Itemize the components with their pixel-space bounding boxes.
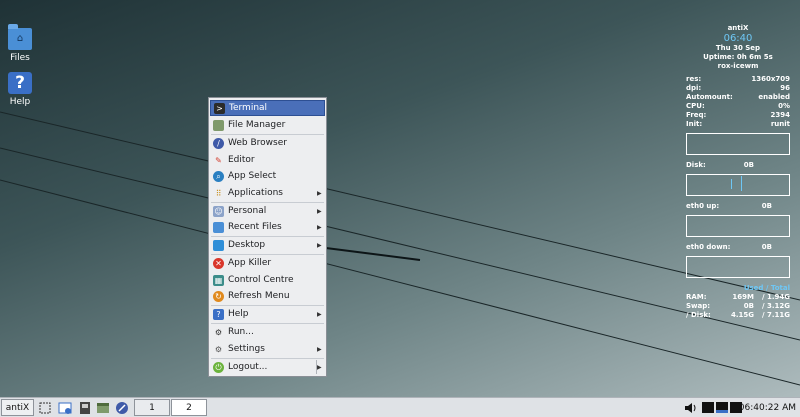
app-killer-icon: ✕: [213, 257, 224, 269]
menu-item-app-select[interactable]: ⌕ App Select: [210, 168, 325, 184]
menu-item-web-browser[interactable]: / Web Browser: [210, 135, 325, 151]
menu-item-app-killer[interactable]: ✕ App Killer: [210, 255, 325, 271]
control-centre-icon: ▦: [213, 274, 224, 286]
conky-info-row: Init: runit: [686, 120, 790, 128]
start-menu: > Terminal File Manager / Web Browser ✎ …: [208, 97, 327, 377]
submenu-arrow-icon: ▶: [317, 310, 322, 318]
personal-icon: ☺: [213, 205, 224, 217]
refresh-menu-icon: ↻: [213, 290, 224, 302]
applications-icon: ⠿: [215, 188, 222, 198]
menu-item-terminal[interactable]: > Terminal: [210, 100, 325, 116]
eth-down-graph: [686, 256, 790, 278]
desktop-icon-label: Help: [9, 97, 31, 107]
web-browser-launcher-icon[interactable]: [114, 400, 130, 416]
recent-files-icon: [213, 221, 224, 233]
file-manager-launcher-icon[interactable]: [95, 400, 111, 416]
submenu-arrow-icon: ▶: [317, 207, 322, 215]
workspace-2-button[interactable]: 2: [171, 399, 207, 416]
mem-row: / Disk: 4.15G/ 7.11G: [686, 311, 790, 319]
conky-info-row: dpi: 96: [686, 84, 790, 92]
menu-item-logout[interactable]: ⏻ Logout... ▶: [210, 359, 325, 375]
show-desktop-icon[interactable]: [37, 400, 53, 416]
menu-item-applications[interactable]: ⠿ Applications ▶: [210, 185, 325, 201]
eth-up-graph: [686, 215, 790, 237]
conky-monitor: antiX 06:40 Thu 30 Sep Uptime: 0h 6m 5s …: [686, 24, 790, 320]
terminal-launcher-icon[interactable]: [77, 400, 93, 416]
logout-icon: ⏻: [213, 361, 224, 373]
wallpaper-wires: [0, 111, 800, 386]
help-icon: ?: [8, 72, 32, 94]
menu-item-personal[interactable]: ☺ Personal ▶: [210, 203, 325, 219]
run-icon: ⚙: [214, 327, 223, 337]
volume-icon[interactable]: [684, 399, 698, 416]
menu-item-settings[interactable]: ⚙ Settings ▶: [210, 341, 325, 357]
mem-header: Used / Total: [743, 284, 790, 292]
conky-uptime: Uptime: 0h 6m 5s: [703, 53, 773, 61]
submenu-arrow-icon: ▶: [317, 241, 322, 249]
menu-item-help[interactable]: ? Help ▶: [210, 306, 325, 322]
menu-item-desktop[interactable]: Desktop ▶: [210, 237, 325, 253]
start-button[interactable]: antiX: [1, 399, 34, 416]
cpu-graph: [686, 133, 790, 155]
web-browser-icon: /: [213, 137, 224, 149]
menu-item-file-manager[interactable]: File Manager: [210, 117, 325, 133]
menu-item-recent-files[interactable]: Recent Files ▶: [210, 219, 325, 235]
file-manager-icon: [213, 119, 224, 131]
conky-host: antiX: [727, 24, 749, 32]
conky-info-row: Freq: 2394: [686, 111, 790, 119]
editor-icon: ✎: [215, 155, 222, 165]
logout-submenu-box: [316, 360, 327, 374]
desktop-icon: [213, 239, 224, 251]
conky-eth-down-row: eth0 down: 0B: [686, 243, 772, 251]
terminal-icon: >: [214, 102, 225, 114]
conky-wm: rox-icewm: [717, 62, 759, 70]
workspace-1-button[interactable]: 1: [134, 399, 170, 416]
conky-info-row: Automount: enabled: [686, 93, 790, 101]
submenu-arrow-icon: ▶: [317, 189, 322, 197]
settings-icon: ⚙: [214, 344, 223, 354]
menu-item-editor[interactable]: ✎ Editor: [210, 152, 325, 168]
submenu-arrow-icon: ▶: [317, 223, 322, 231]
menu-item-control-centre[interactable]: ▦ Control Centre: [210, 272, 325, 288]
menu-item-refresh-menu[interactable]: ↻ Refresh Menu: [210, 288, 325, 304]
conky-info-row: res: 1360x709: [686, 75, 790, 83]
desktop-icon-files[interactable]: ⌂ Files: [0, 24, 40, 63]
mem-row: Swap: 0B/ 3.12G: [686, 302, 790, 310]
conky-date: Thu 30 Sep: [715, 44, 761, 52]
taskbar: antiX 1 2 06:40:22 AM: [0, 397, 800, 417]
conky-time: 06:40: [723, 33, 753, 44]
submenu-arrow-icon: ▶: [317, 345, 322, 353]
network-monitor-icon[interactable]: [716, 402, 728, 413]
cpu-monitor-icon[interactable]: [702, 402, 714, 413]
desktop-icon-help[interactable]: ? Help: [0, 72, 40, 107]
mem-row: RAM: 169M/ 1.94G: [686, 293, 790, 301]
desktop-icon-label: Files: [10, 53, 30, 63]
menu-item-run[interactable]: ⚙ Run...: [210, 324, 325, 340]
window-list-icon[interactable]: [57, 400, 73, 416]
conky-info-row: CPU: 0%: [686, 102, 790, 110]
help-icon: ?: [213, 308, 224, 320]
clock[interactable]: 06:40:22 AM: [739, 399, 796, 416]
disk-graph: [686, 174, 790, 196]
conky-eth-up-row: eth0 up: 0B: [686, 202, 772, 210]
conky-disk-row: Disk: 0B: [686, 161, 754, 169]
app-select-icon: ⌕: [213, 170, 224, 182]
folder-home-icon: ⌂: [8, 24, 32, 50]
